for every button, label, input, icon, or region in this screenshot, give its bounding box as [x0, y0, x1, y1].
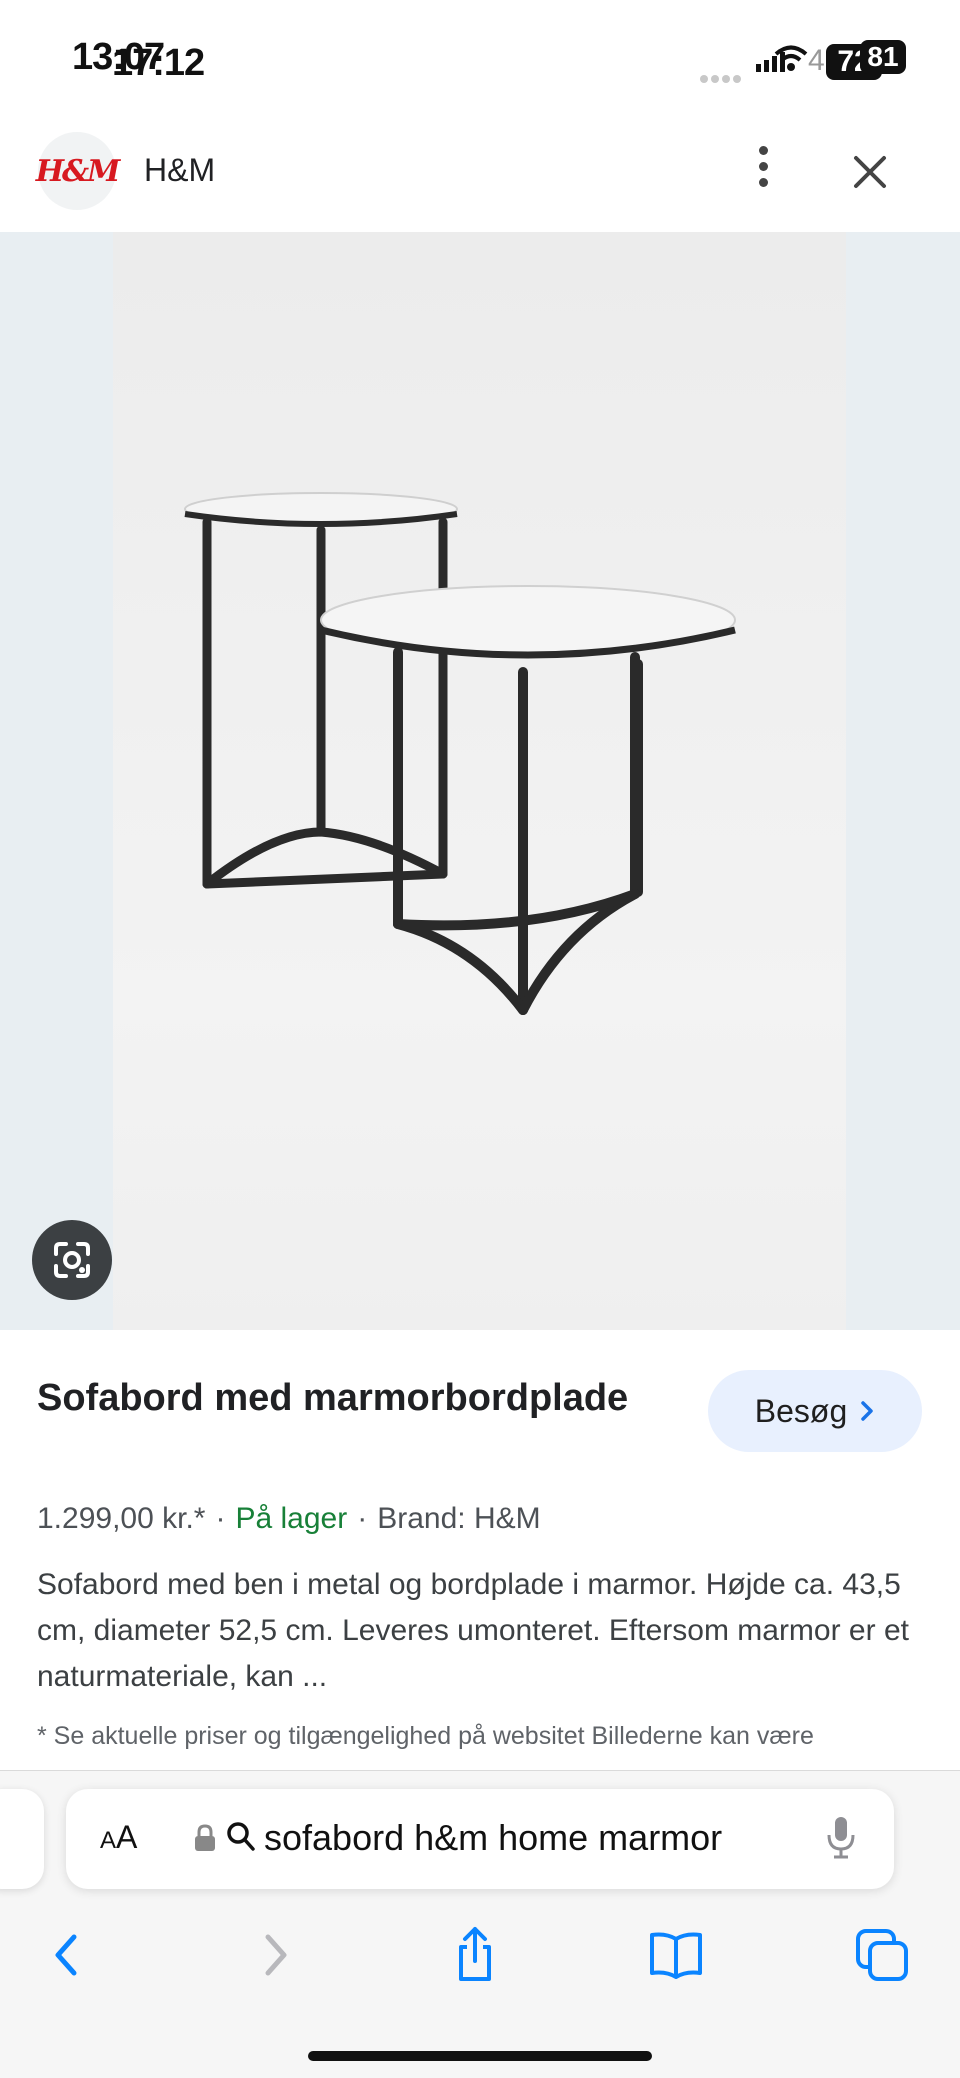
url-field[interactable]: sofabord h&m home marmor — [264, 1817, 722, 1859]
visit-button-label: Besøg — [754, 1392, 848, 1429]
share-icon[interactable] — [445, 1925, 505, 1985]
site-name[interactable]: H&M — [144, 152, 215, 189]
product-image[interactable] — [113, 232, 846, 1330]
browser-bottom-bar: AA sofabord h&m home marmor — [0, 1770, 960, 2078]
close-icon[interactable] — [848, 150, 892, 194]
brand: Brand: H&M — [377, 1502, 541, 1535]
back-icon[interactable] — [38, 1925, 98, 1985]
aa-large: A — [116, 1819, 138, 1855]
more-vert-icon[interactable] — [748, 146, 778, 194]
previous-tab-peek[interactable] — [0, 1789, 44, 1889]
page-settings-button[interactable]: AA — [100, 1819, 137, 1856]
tables-illustration — [184, 492, 736, 1015]
visit-button[interactable]: Besøg — [708, 1370, 922, 1452]
favicon-logo: H&M — [35, 153, 121, 189]
wifi-icon — [774, 45, 808, 71]
battery-icon: 72 81 — [826, 40, 912, 80]
separator: · — [357, 1502, 368, 1535]
forward-icon[interactable] — [244, 1925, 304, 1985]
google-lens-icon[interactable] — [32, 1220, 112, 1300]
battery-level-overlay: 81 — [860, 40, 906, 74]
carrier-label: 4 — [808, 44, 825, 77]
price-stock-row: 1.299,00 kr.* · På lager · Brand: H&M — [37, 1502, 541, 1536]
separator: · — [215, 1502, 226, 1535]
aa-small: A — [100, 1827, 117, 1854]
site-favicon[interactable]: H&M — [35, 132, 121, 210]
chevron-right-icon — [861, 1401, 873, 1421]
signal-dots-icon — [700, 70, 750, 83]
mic-icon[interactable] — [826, 1815, 856, 1861]
status-bar: 13:07 17:12 4 72 81 — [0, 0, 960, 120]
address-bar[interactable]: AA sofabord h&m home marmor — [66, 1789, 894, 1889]
status-time-overlay: 17:12 — [112, 42, 205, 84]
tabs-icon[interactable] — [852, 1925, 912, 1985]
home-indicator — [308, 2051, 652, 2061]
product-title[interactable]: Sofabord med marmorbordplade — [37, 1370, 657, 1426]
search-icon — [227, 1822, 255, 1851]
price: 1.299,00 kr.* — [37, 1502, 206, 1535]
stock-status: På lager — [235, 1502, 348, 1535]
disclaimer: * Se aktuelle priser og tilgængelighed p… — [37, 1722, 814, 1750]
browser-toolbar — [0, 1911, 960, 2011]
image-viewer[interactable] — [0, 232, 960, 1330]
product-description: Sofabord med ben i metal og bordplade i … — [37, 1568, 909, 1693]
product-info-panel: Sofabord med marmorbordplade Besøg 1.299… — [0, 1330, 960, 1770]
bookmarks-icon[interactable] — [646, 1925, 706, 1985]
lock-icon — [195, 1824, 215, 1851]
result-header: H&M H&M — [0, 120, 960, 232]
